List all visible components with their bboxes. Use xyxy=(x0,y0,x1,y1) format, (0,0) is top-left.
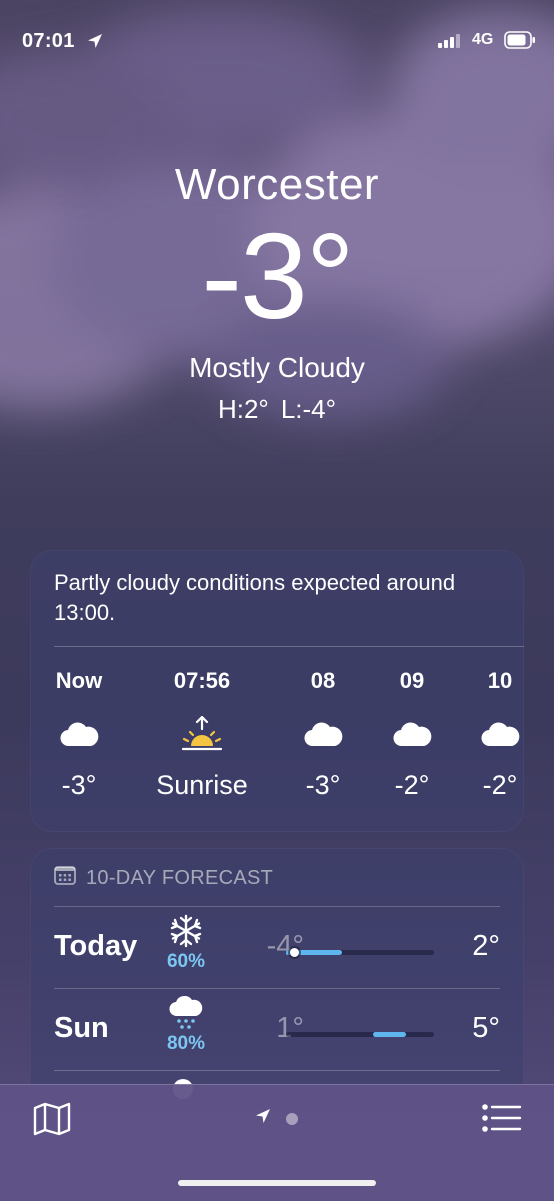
divider xyxy=(54,906,500,907)
hour-sunrise-label: Sunrise xyxy=(156,770,248,800)
status-bar: 07:01 4G xyxy=(0,26,554,56)
ten-day-title: 10-DAY FORECAST xyxy=(86,866,274,889)
location-arrow-icon xyxy=(254,1107,272,1130)
hourly-summary: Partly cloudy conditions expected around… xyxy=(54,570,456,625)
temperature-range-bar xyxy=(286,948,434,957)
status-time: 07:01 xyxy=(22,30,75,52)
hour-label: Now xyxy=(55,668,103,693)
precip-chance: 80% xyxy=(166,1033,206,1054)
low-temp: L:-4° xyxy=(280,394,337,424)
hour-temperature: -3° xyxy=(61,770,97,800)
current-condition: Mostly Cloudy xyxy=(189,352,365,383)
cloud-rain-icon xyxy=(156,995,216,1035)
divider xyxy=(54,646,524,647)
divider xyxy=(54,1070,500,1071)
cloud-icon xyxy=(34,710,124,758)
ten-day-forecast-card[interactable]: 10-DAY FORECAST Today 60% -4° 2° Sun 80%… xyxy=(30,848,524,1108)
hour-temperature: -2° xyxy=(482,770,518,800)
forecast-row-sun[interactable]: Sun 80% 1° 5° xyxy=(30,990,524,1070)
forecast-high: 2° xyxy=(472,930,500,962)
hour-label: 08 xyxy=(310,668,336,693)
snowflake-icon xyxy=(156,914,216,953)
page-dot xyxy=(286,1112,298,1125)
temperature-range-bar xyxy=(286,1032,434,1037)
page-indicator[interactable] xyxy=(254,1107,298,1130)
precip-chance: 60% xyxy=(166,951,206,972)
cloud-icon xyxy=(278,710,368,758)
list-icon[interactable] xyxy=(482,1103,522,1138)
high-low: H:2° L:-4° xyxy=(0,394,554,425)
hour-item: 09 -2° xyxy=(367,668,457,801)
current-temperature: -3° xyxy=(201,208,354,344)
hour-item: 08 -3° xyxy=(278,668,368,801)
map-icon[interactable] xyxy=(32,1102,72,1141)
current-weather: Worcester -3° Mostly Cloudy H:2° L:-4° xyxy=(0,160,554,425)
network-type: 4G xyxy=(472,31,494,48)
hour-temperature: -3° xyxy=(305,770,341,800)
hour-item: 07:56 Sunrise xyxy=(150,668,254,801)
temperature-range-fill xyxy=(373,1032,406,1037)
battery-icon xyxy=(504,31,536,54)
high-temp: H:2° xyxy=(217,394,269,424)
cloud-icon xyxy=(454,710,546,758)
hourly-forecast-card[interactable]: Partly cloudy conditions expected around… xyxy=(30,550,524,832)
forecast-low: 1° xyxy=(276,1012,304,1044)
forecast-day: Sun xyxy=(54,1012,109,1044)
forecast-icon-group: 60% xyxy=(156,914,216,973)
hour-item: Now -3° xyxy=(34,668,124,801)
forecast-icon-group: 80% xyxy=(156,995,216,1055)
city-name: Worcester xyxy=(174,160,380,209)
hour-label: 10 xyxy=(487,668,513,693)
hour-label: 07:56 xyxy=(173,668,231,693)
ten-day-header: 10-DAY FORECAST xyxy=(54,866,273,890)
hour-item: 10 -2° xyxy=(454,668,546,801)
signal-bars-icon xyxy=(438,34,464,53)
home-indicator[interactable] xyxy=(178,1180,376,1186)
calendar-icon xyxy=(54,865,76,891)
hour-label: 09 xyxy=(399,668,425,693)
hour-temperature: -2° xyxy=(394,770,430,800)
location-arrow-icon xyxy=(86,32,104,55)
sunrise-icon xyxy=(150,710,254,758)
divider xyxy=(54,988,500,989)
cloud-icon xyxy=(367,710,457,758)
forecast-day: Today xyxy=(54,930,138,962)
forecast-low: -4° xyxy=(266,930,304,962)
forecast-high: 5° xyxy=(472,1012,500,1044)
forecast-row-today[interactable]: Today 60% -4° 2° xyxy=(30,908,524,988)
